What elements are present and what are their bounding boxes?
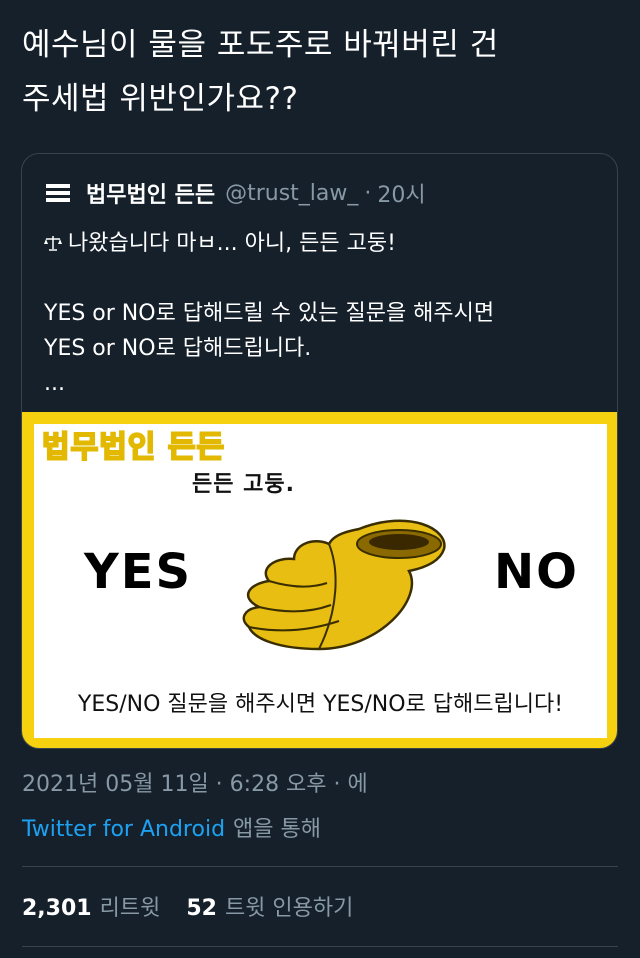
quote-count[interactable]: 52 [186, 896, 217, 921]
image-caption: YES/NO 질문을 해주시면 YES/NO로 답해드립니다! [77, 692, 564, 717]
conch-shell-icon [242, 519, 446, 651]
quoted-tweet-line-3: YES or NO로 답해드릴 수 있는 질문을 해주시면 [44, 301, 495, 326]
image-canvas: 법무법인 든든 든든 고둥. YES NO YES/NO 질문을 해주시면 YE… [34, 424, 607, 738]
tweet-source: Twitter for Android 앱을 통해 [22, 811, 321, 843]
divider [22, 866, 618, 867]
balance-scale-icon [44, 236, 62, 251]
tweet-stats: 2,301 리트윗 52 트윗 인용하기 [22, 890, 379, 922]
source-app-link[interactable]: Twitter for Android [22, 817, 225, 842]
image-no-label: NO [494, 544, 579, 600]
tweet-text: 예수님이 물을 포도주로 바꿔버린 건 주세법 위반인가요?? [22, 18, 622, 126]
quoted-tweet-line-4: YES or NO로 답해드립니다. [44, 336, 312, 361]
quoted-account-handle[interactable]: @trust_law_ [225, 181, 358, 206]
quoted-tweet-line-5: ... [44, 371, 65, 396]
quoted-tweet-body: 나왔습니다 마ㅂ... 아니, 든든 고둥! YES or NO로 답해드릴 수… [44, 226, 604, 401]
quoted-tweet-line-2 [44, 261, 604, 296]
divider [22, 946, 618, 947]
image-logo-text: 법무법인 든든 [41, 429, 226, 466]
quoted-account-name[interactable]: 법무법인 든든 [86, 177, 215, 209]
header-separator: · [364, 180, 372, 206]
tweet-text-line-2: 주세법 위반인가요?? [22, 81, 299, 117]
quoted-account-avatar-icon[interactable] [46, 184, 70, 202]
image-subtitle: 든든 고둥. [192, 472, 295, 497]
tweet-timestamp[interactable]: 2021년 05월 11일 · 6:28 오후 · 에 [22, 766, 368, 798]
tweet-text-line-1: 예수님이 물을 포도주로 바꿔버린 건 [22, 27, 499, 63]
retweet-label[interactable]: 리트윗 [100, 896, 161, 921]
quoted-tweet-line-1: 나왔습니다 마ㅂ... 아니, 든든 고둥! [44, 226, 604, 261]
source-suffix: 앱을 통해 [233, 817, 321, 842]
quote-label[interactable]: 트윗 인용하기 [225, 896, 353, 921]
retweet-count[interactable]: 2,301 [22, 896, 92, 921]
quoted-tweet-header: 법무법인 든든 @trust_law_ · 20시 [46, 176, 426, 210]
quoted-tweet-image[interactable]: 법무법인 든든 든든 고둥. YES NO YES/NO 질문을 해주시면 YE… [22, 412, 617, 748]
quoted-tweet-line-1-text: 나왔습니다 마ㅂ... 아니, 든든 고둥! [68, 231, 396, 256]
quoted-tweet-time[interactable]: 20시 [377, 177, 425, 209]
image-yes-label: YES [84, 544, 193, 600]
quoted-tweet-card[interactable]: 법무법인 든든 @trust_law_ · 20시 나왔습니다 마ㅂ... 아니… [21, 153, 618, 749]
